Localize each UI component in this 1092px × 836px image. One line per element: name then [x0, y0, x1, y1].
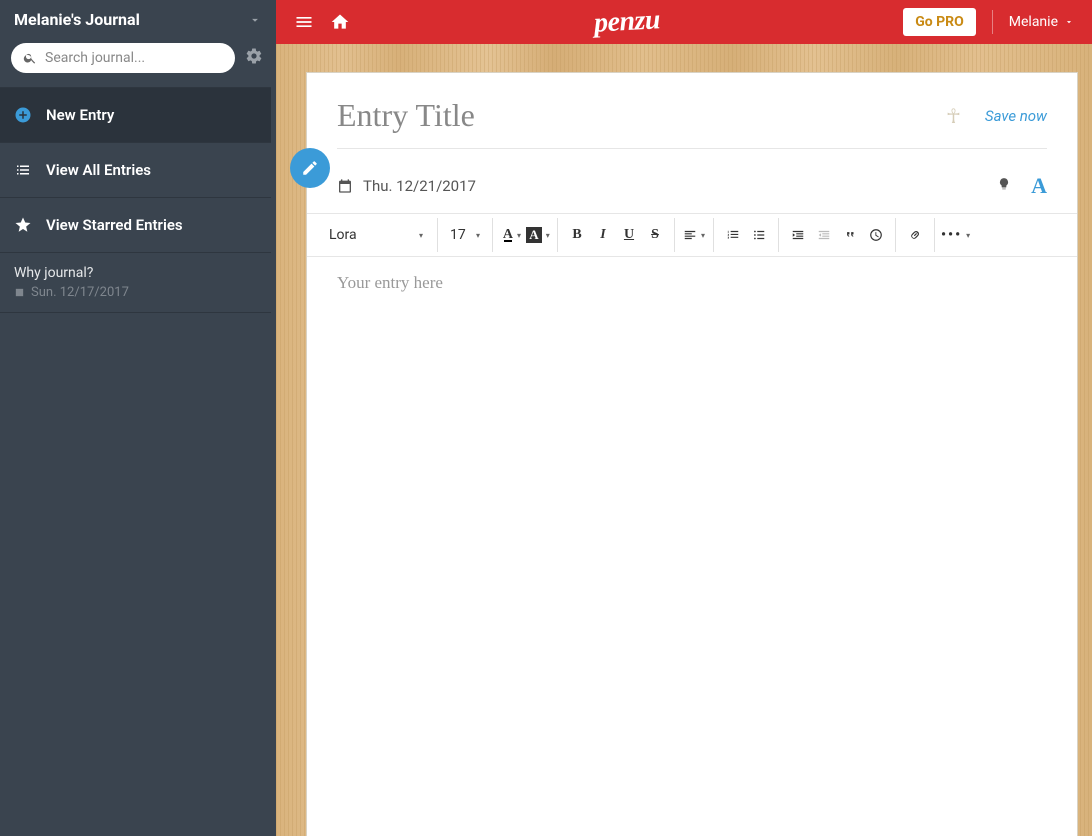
ordered-list-icon — [726, 228, 740, 242]
italic-button[interactable]: I — [590, 221, 616, 249]
search-input[interactable] — [45, 50, 223, 66]
entry-body-editor[interactable] — [307, 257, 1077, 836]
caret-down-icon — [1064, 17, 1074, 27]
title-row: ☥ Save now — [337, 97, 1047, 134]
calendar-icon — [337, 178, 353, 194]
quote-icon — [843, 228, 857, 242]
search-row — [0, 43, 276, 87]
entry-preview-date-text: Sun. 12/17/2017 — [31, 285, 129, 300]
blockquote-button[interactable] — [837, 221, 863, 249]
list-icon — [14, 161, 32, 179]
user-menu[interactable]: Melanie — [1009, 14, 1074, 30]
entry-date: Thu. 12/21/2017 — [363, 177, 476, 195]
star-icon — [14, 216, 32, 234]
search-wrap[interactable] — [11, 43, 235, 73]
home-icon[interactable] — [330, 12, 350, 32]
sidebar-item-label: View Starred Entries — [46, 216, 183, 234]
menu-icon[interactable] — [294, 12, 314, 32]
sidebar: Melanie's Journal New Entry View All Ent… — [0, 0, 276, 836]
underline-button[interactable]: U — [616, 221, 642, 249]
font-size-value: 17 — [450, 227, 466, 243]
divider — [992, 10, 993, 34]
editor-top: ☥ Save now — [307, 73, 1077, 159]
font-family-select[interactable]: Lora ▾ — [321, 221, 431, 249]
format-toolbar: Lora ▾ 17 ▾ A ▾ A ▾ — [307, 214, 1077, 257]
gear-icon — [245, 47, 263, 65]
search-icon — [23, 51, 37, 65]
lock-mini-icon — [14, 287, 25, 298]
topbar-center: penzu — [366, 6, 887, 38]
ordered-list-button[interactable] — [720, 221, 746, 249]
topbar-right: Go PRO Melanie — [903, 8, 1074, 36]
font-family-value: Lora — [329, 227, 357, 243]
caret-down-icon: ▾ — [517, 231, 521, 240]
editor-card: ☥ Save now Thu. 12/21/2017 A — [306, 72, 1078, 836]
sidebar-item-label: New Entry — [46, 106, 114, 124]
title-actions: ☥ Save now — [946, 104, 1047, 128]
caret-down-icon: ▾ — [701, 231, 705, 240]
topbar: penzu Go PRO Melanie — [276, 0, 1092, 44]
edit-fab-button[interactable] — [290, 148, 330, 188]
more-button[interactable]: ••• ▾ — [941, 221, 970, 249]
prompt-button[interactable] — [997, 177, 1011, 195]
indent-button[interactable] — [785, 221, 811, 249]
link-icon — [908, 228, 922, 242]
highlight-color-button[interactable]: A ▾ — [525, 221, 551, 249]
indent-icon — [791, 228, 805, 242]
font-style-button[interactable]: A — [1031, 173, 1047, 199]
topbar-left — [294, 12, 350, 32]
date-picker[interactable]: Thu. 12/21/2017 — [337, 177, 476, 195]
pencil-icon — [301, 159, 319, 177]
align-button[interactable]: ▾ — [681, 221, 707, 249]
caret-down-icon: ▾ — [546, 231, 550, 240]
main: penzu Go PRO Melanie ☥ Save now — [276, 0, 1092, 836]
caret-down-icon: ▾ — [476, 231, 480, 240]
date-right: A — [997, 173, 1047, 199]
plus-circle-icon — [14, 106, 32, 124]
logo[interactable]: penzu — [593, 4, 661, 39]
clock-icon — [869, 228, 883, 242]
settings-button[interactable] — [245, 47, 263, 69]
go-pro-button[interactable]: Go PRO — [903, 8, 976, 36]
text-color-button[interactable]: A ▾ — [499, 221, 525, 249]
sidebar-item-label: View All Entries — [46, 161, 151, 179]
save-now-button[interactable]: Save now — [985, 107, 1047, 125]
lightbulb-icon — [997, 177, 1011, 191]
entry-title-input[interactable] — [337, 97, 946, 134]
bullet-list-icon — [752, 228, 766, 242]
highlight-icon: A — [526, 227, 541, 243]
divider — [337, 148, 1047, 149]
journal-title: Melanie's Journal — [14, 10, 140, 29]
link-button[interactable] — [902, 221, 928, 249]
entry-preview-date: Sun. 12/17/2017 — [14, 285, 257, 300]
sidebar-item-new-entry[interactable]: New Entry — [0, 87, 271, 142]
font-size-select[interactable]: 17 ▾ — [444, 221, 486, 249]
user-name: Melanie — [1009, 14, 1058, 30]
entry-preview-title: Why journal? — [14, 265, 257, 281]
ellipsis-icon: ••• — [941, 227, 962, 243]
sidebar-item-view-starred[interactable]: View Starred Entries — [0, 197, 271, 252]
unordered-list-button[interactable] — [746, 221, 772, 249]
text-color-icon: A — [503, 227, 513, 243]
entry-preview[interactable]: Why journal? Sun. 12/17/2017 — [0, 252, 271, 313]
outdent-button[interactable] — [811, 221, 837, 249]
date-row: Thu. 12/21/2017 A — [307, 159, 1077, 213]
sidebar-item-view-all[interactable]: View All Entries — [0, 142, 271, 197]
timestamp-button[interactable] — [863, 221, 889, 249]
chevron-down-icon — [248, 13, 262, 27]
align-left-icon — [683, 228, 697, 242]
bold-button[interactable]: B — [564, 221, 590, 249]
strikethrough-button[interactable]: S — [642, 221, 668, 249]
caret-down-icon: ▾ — [966, 231, 970, 240]
outdent-icon — [817, 228, 831, 242]
caret-down-icon: ▾ — [419, 231, 423, 240]
lock-icon[interactable]: ☥ — [946, 104, 961, 128]
sidebar-header[interactable]: Melanie's Journal — [0, 0, 276, 43]
